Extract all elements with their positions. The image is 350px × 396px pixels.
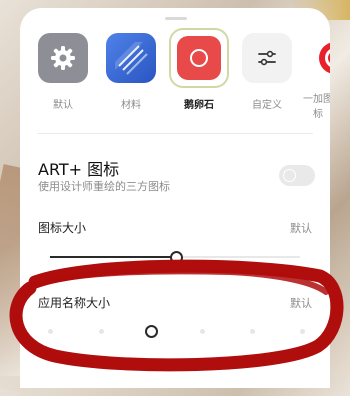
slider-step-dot[interactable] [99, 329, 104, 334]
icon-style-label: 一加图标 [303, 94, 330, 120]
icon-style-label: 自定义 [252, 100, 282, 111]
pebble-ring-icon [169, 28, 229, 88]
slider-step-dot[interactable] [250, 329, 255, 334]
icon-style-material[interactable]: 材料 [99, 33, 163, 111]
icon-style-pebble[interactable]: 鹅卵石 [167, 28, 231, 111]
toggle-knob [283, 169, 296, 182]
app-name-size-value: 默认 [290, 297, 312, 310]
icon-style-label: 材料 [121, 100, 141, 111]
stacked-layers-icon [106, 33, 156, 83]
divider [37, 133, 313, 134]
icon-style-default[interactable]: 默认 [31, 33, 95, 111]
art-plus-subtitle: 使用设计师重绘的三方图标 [38, 180, 170, 193]
icon-size-track-fill [50, 256, 176, 258]
icon-size-slider-thumb[interactable] [170, 251, 183, 264]
icon-style-sheet: 默认 材料 鹅卵石 自定义 一加图标 ART+ 图标 使用设计师重绘的三方图标 … [20, 8, 330, 388]
icon-style-oneplus[interactable]: 一加图标 [303, 33, 330, 122]
app-name-size-label: 应用名称大小 [38, 296, 111, 310]
icon-style-row: 默认 材料 鹅卵石 自定义 一加图标 [20, 28, 330, 123]
slider-step-dot[interactable] [48, 329, 53, 334]
gear-icon [38, 33, 88, 83]
sheet-drag-handle[interactable] [165, 17, 187, 20]
icon-size-label: 图标大小 [38, 221, 87, 235]
art-plus-toggle[interactable] [279, 165, 315, 186]
app-name-size-slider-thumb[interactable] [145, 325, 158, 338]
slider-step-dot[interactable] [300, 329, 305, 334]
sliders-icon [242, 33, 292, 83]
icon-style-custom[interactable]: 自定义 [235, 33, 299, 111]
icon-style-label: 鹅卵石 [184, 100, 214, 111]
selected-indicator [169, 28, 229, 88]
icon-size-value: 默认 [290, 222, 312, 235]
oneplus-icon [310, 33, 330, 83]
icon-style-label: 默认 [53, 100, 73, 111]
art-plus-title: ART+ 图标 [38, 160, 120, 179]
slider-step-dot[interactable] [200, 329, 205, 334]
